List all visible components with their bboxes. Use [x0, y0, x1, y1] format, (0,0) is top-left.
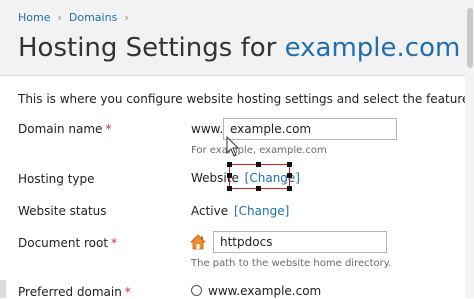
domain-name-hint: For example, example.com	[191, 145, 327, 156]
required-mark: *	[111, 236, 118, 250]
left-edge-panel	[0, 280, 6, 298]
intro-text: This is where you configure website host…	[18, 92, 474, 106]
breadcrumb-separator: ›	[57, 11, 62, 24]
website-status-text: Active	[191, 204, 229, 218]
domain-name-input[interactable]	[223, 118, 397, 140]
preferred-domain-option-label[interactable]: www.example.com	[208, 284, 321, 298]
domain-name-label: Domain name *	[18, 122, 111, 136]
document-root-hint: The path to the website home directory.	[191, 258, 392, 269]
required-mark: *	[124, 285, 131, 299]
breadcrumb-domains[interactable]: Domains	[69, 11, 117, 24]
resize-handle	[256, 162, 261, 167]
breadcrumb-home[interactable]: Home	[18, 11, 50, 24]
preferred-domain-radio[interactable]	[191, 285, 202, 296]
hosting-type-change-link[interactable]: [Change]	[245, 171, 300, 185]
page-title-domain: example.com	[284, 33, 461, 63]
domain-prefix: www.	[191, 122, 224, 136]
hosting-type-label: Hosting type	[18, 172, 95, 186]
required-mark: *	[105, 122, 112, 136]
website-status-change-link[interactable]: [Change]	[234, 204, 289, 218]
resize-handle	[227, 162, 232, 167]
domain-name-label-text: Domain name	[18, 122, 103, 136]
breadcrumb: Home › Domains ›	[18, 11, 136, 24]
website-status-label: Website status	[18, 204, 107, 218]
website-status-value: Active [Change]	[191, 204, 289, 218]
document-root-label: Document root *	[18, 236, 117, 250]
page-header: Home › Domains › Hosting Settings for ex…	[0, 0, 474, 76]
document-root-input[interactable]	[213, 231, 387, 253]
hosting-type-value: Website [Change]	[191, 171, 300, 185]
document-root-label-text: Document root	[18, 236, 109, 250]
hosting-type-text: Website	[191, 171, 239, 185]
vertical-scrollbar[interactable]	[465, 0, 474, 298]
resize-handle	[287, 162, 292, 167]
preferred-domain-label: Preferred domain *	[18, 285, 131, 299]
resize-handle	[287, 186, 292, 191]
home-folder-icon	[190, 234, 206, 250]
scrollbar-thumb[interactable]	[467, 8, 473, 68]
preferred-domain-label-text: Preferred domain	[18, 285, 122, 299]
page-title: Hosting Settings for example.com	[18, 30, 460, 66]
resize-handle	[227, 186, 232, 191]
page-title-prefix: Hosting Settings for	[18, 33, 285, 63]
resize-handle	[256, 186, 261, 191]
breadcrumb-separator: ›	[124, 11, 129, 24]
